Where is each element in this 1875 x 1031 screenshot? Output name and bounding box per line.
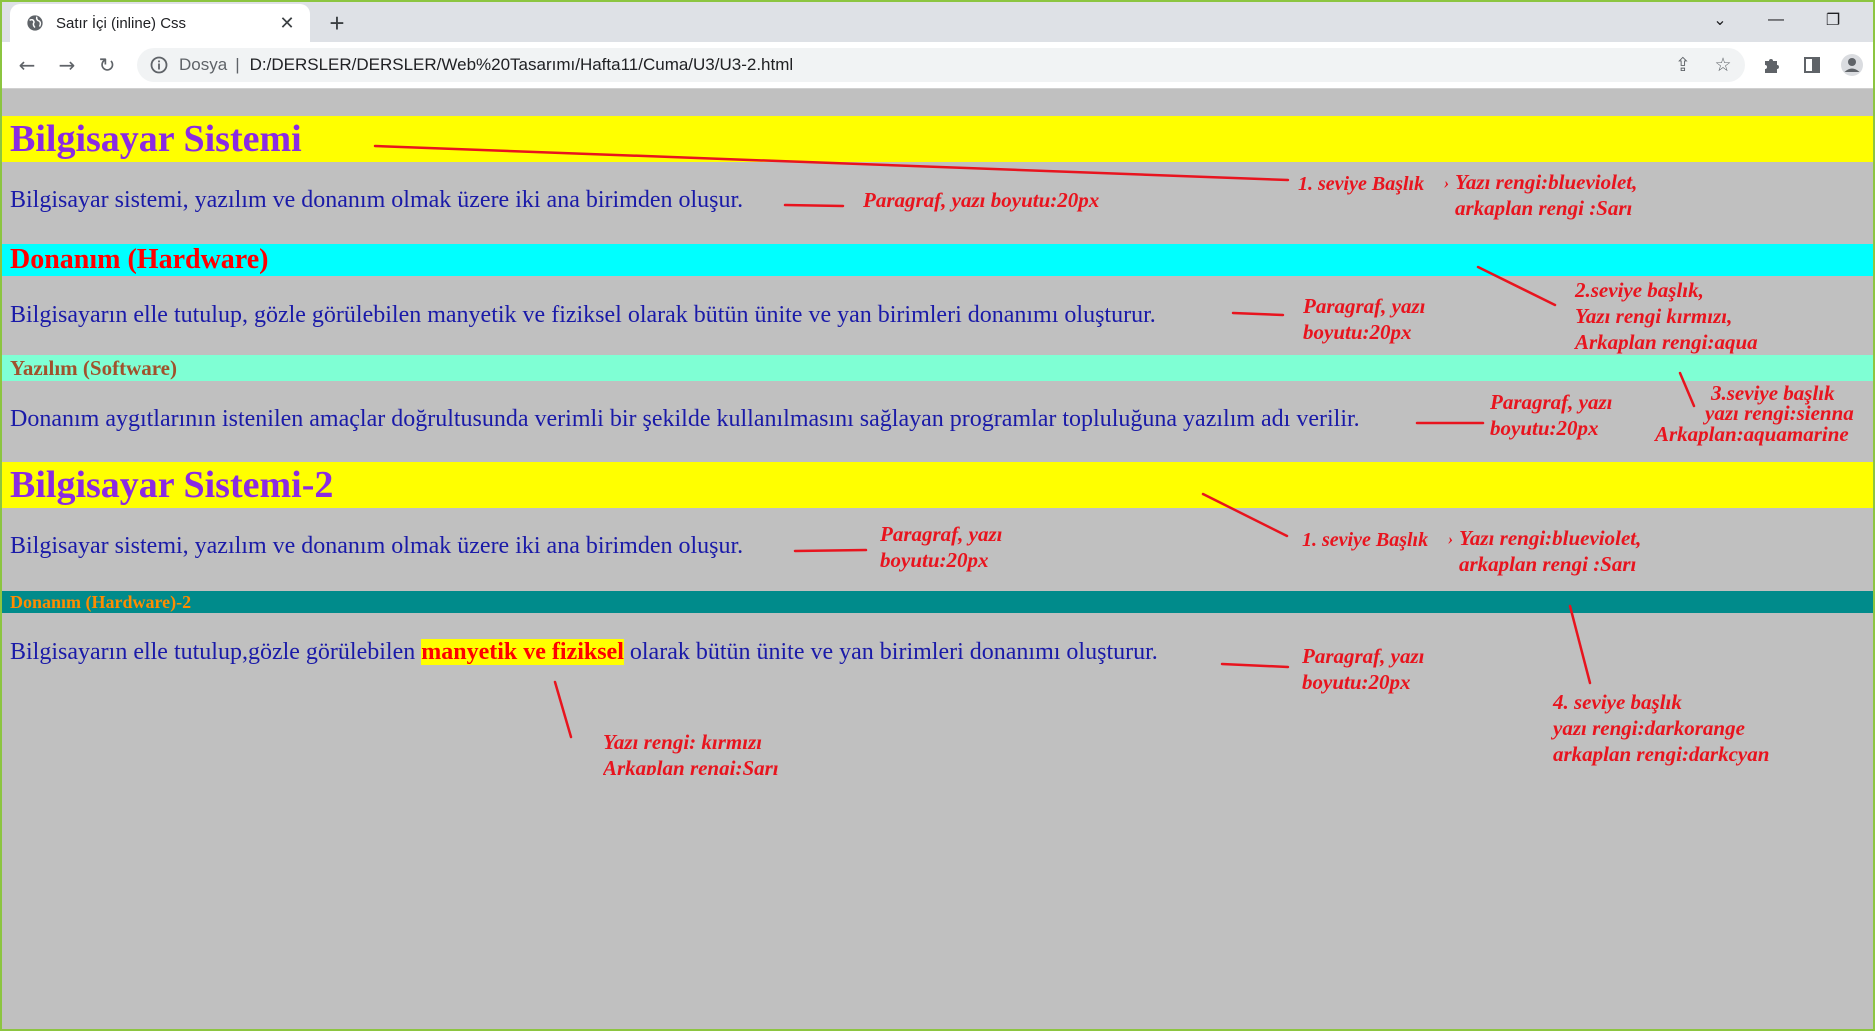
note-highlight-l1: Yazı rengi: kırmızı [603, 730, 763, 754]
note-h3-l3: Arkaplan:aquamarine [1655, 422, 1849, 446]
note-p5-l2: boyutu:20px [1302, 670, 1411, 694]
arrow-heading-4 [1568, 604, 1592, 685]
note-h2-l1: 2.seviye başlık, [1575, 278, 1704, 302]
arrow-heading-2 [1476, 265, 1557, 307]
note-p1: Paragraf, yazı boyutu:20px [863, 188, 1100, 212]
arrow-highlight [553, 680, 573, 739]
note-h4-l3: arkaplan rengi:darkcyan [1553, 742, 1770, 766]
note-h2-l2: Yazı rengi kırmızı, [1575, 304, 1733, 328]
arrow-heading-3 [1678, 371, 1696, 408]
note-h1b-comma: › [1448, 531, 1454, 548]
note-p5-l1: Paragraf, yazı [1302, 644, 1425, 668]
note-p3-l2: boyutu:20px [1490, 416, 1599, 440]
note-h1b-bg: arkaplan rengi :Sarı [1459, 552, 1637, 576]
note-p3-l1: Paragraf, yazı [1490, 390, 1613, 414]
note-p4-l1: Paragraf, yazı [880, 522, 1003, 546]
note-h4-l1: 4. seviye başlık [1553, 690, 1682, 714]
annotation-arrows [373, 144, 1696, 739]
arrow-heading-1 [373, 144, 1290, 182]
note-h4-l2: yazı rengi:darkorange [1553, 716, 1745, 740]
arrow-heading-1-second [1201, 492, 1289, 538]
note-h2-l3: Arkaplan rengi:aqua [1575, 330, 1758, 354]
note-h1-bg: arkaplan rengi :Sarı [1455, 196, 1633, 220]
note-h1b-color: Yazı rengi:blueviolet, [1459, 526, 1642, 550]
arrow-paragraph-5 [1220, 662, 1290, 669]
note-h1b-title: 1. seviye Başlık [1302, 529, 1429, 551]
arrow-paragraph-1 [783, 203, 845, 208]
note-h1-comma: › [1444, 175, 1450, 192]
note-p2-l1: Paragraf, yazı [1303, 294, 1426, 318]
arrow-paragraph-4 [793, 548, 868, 553]
note-p4-l2: boyutu:20px [880, 548, 989, 572]
note-p2-l2: boyutu:20px [1303, 320, 1412, 344]
note-h1-color: Yazı rengi:blueviolet, [1455, 170, 1638, 194]
note-highlight-l2: Arkaplan rengi:Sarı [603, 756, 779, 775]
note-h1-title: 1. seviye Başlık [1298, 173, 1425, 195]
arrow-paragraph-2 [1231, 311, 1285, 317]
